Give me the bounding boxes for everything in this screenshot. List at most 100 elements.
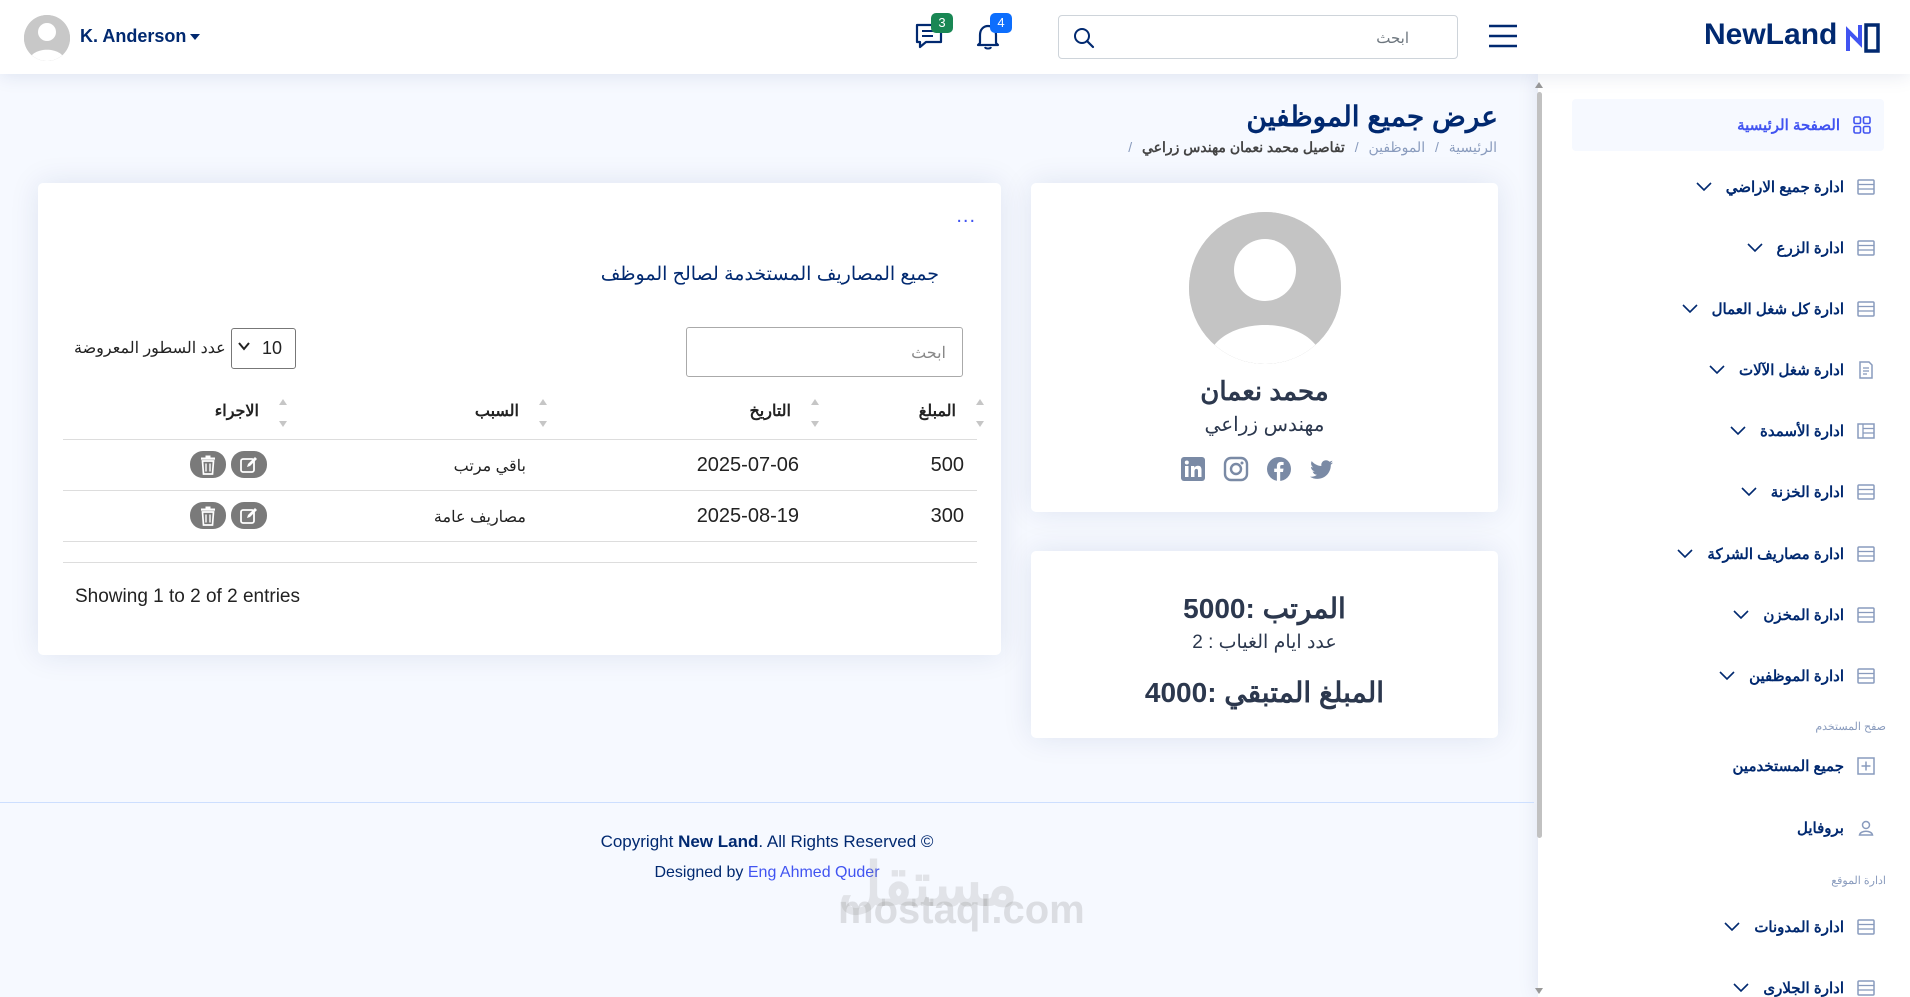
page-length-value: 10: [262, 338, 283, 358]
sidebar-item[interactable]: ادارة الموظفين: [1566, 650, 1886, 702]
sidebar-item[interactable]: بروفايل: [1566, 802, 1886, 854]
chevron-down-icon: [1733, 983, 1749, 993]
sidebar-item[interactable]: ادارة الزرع: [1566, 222, 1886, 274]
grid-icon: [1853, 116, 1871, 134]
breadcrumb-separator: /: [1434, 139, 1439, 155]
sidebar-item[interactable]: ادارة الجلارى: [1566, 962, 1886, 997]
messages-button[interactable]: 3: [913, 13, 953, 52]
expenses-card: ... جميع المصاريف المستخدمة لصالح الموظف…: [38, 183, 1001, 655]
breadcrumb-employees[interactable]: الموظفين: [1369, 139, 1426, 155]
chevron-down-icon: [1682, 304, 1698, 314]
profile-avatar: [1189, 212, 1341, 364]
facebook-icon[interactable]: [1266, 456, 1292, 482]
sidebar-item-label: ادارة كل شغل العمال: [1711, 301, 1844, 318]
sidebar-item-label: جميع المستخدمين: [1732, 758, 1844, 775]
absence-days: عدد ايام الغياب : 2: [1192, 632, 1337, 653]
top-header: K. Anderson 3 4 ابحث NewLand: [0, 0, 1910, 74]
sort-icon[interactable]: [810, 399, 820, 427]
designed-prefix: Designed by: [654, 864, 744, 881]
sidebar-item[interactable]: ادارة مصاريف الشركة: [1566, 528, 1886, 580]
watermark-english: mostaql.com: [838, 888, 1085, 932]
salary-value: المرتب :5000: [1183, 593, 1346, 624]
sort-icon[interactable]: [538, 399, 548, 427]
chevron-down-icon: [1719, 671, 1735, 681]
user-menu-toggle[interactable]: K. Anderson: [80, 26, 201, 47]
breadcrumb: الرئيسية / الموظفين / تفاصيل محمد نعمان …: [1125, 139, 1500, 156]
page-length-label: عدد السطور المعروضة: [74, 340, 226, 357]
sidebar-item[interactable]: ادارة الخزنة: [1566, 466, 1886, 518]
sidebar-item[interactable]: ادارة كل شغل العمال: [1566, 283, 1886, 335]
sort-icon[interactable]: [975, 399, 985, 427]
sidebar-item[interactable]: ادارة المخزن: [1566, 589, 1886, 641]
copyright-prefix: Copyright: [600, 832, 674, 851]
layout-list-icon: [1857, 607, 1875, 623]
cell-reason: باقي مرتب: [453, 458, 526, 475]
table-info: Showing 1 to 2 of 2 entries: [75, 586, 300, 607]
column-header-reason[interactable]: السبب: [475, 401, 519, 421]
instagram-icon[interactable]: [1223, 456, 1249, 482]
logo-text[interactable]: NewLand: [1704, 18, 1837, 52]
sidebar-item-label: ادارة الزرع: [1776, 240, 1845, 257]
profile-name: محمد نعمان: [1200, 376, 1329, 406]
search-icon[interactable]: [1073, 27, 1095, 49]
layout-list-icon: [1857, 668, 1875, 684]
copyright-suffix: . All Rights Reserved ©: [758, 832, 934, 851]
notifications-button[interactable]: 4: [972, 13, 1012, 52]
more-options-icon[interactable]: ...: [956, 205, 976, 228]
user-avatar[interactable]: [24, 15, 70, 61]
cell-amount: 500: [930, 454, 964, 476]
sidebar-item[interactable]: ادارة جميع الاراضي: [1566, 161, 1886, 213]
chevron-down-icon: [1677, 549, 1693, 559]
cell-amount: 300: [930, 505, 964, 527]
edit-button[interactable]: [231, 502, 267, 529]
column-header-date[interactable]: التاريخ: [749, 401, 791, 421]
chevron-down-icon: [1733, 610, 1749, 620]
breadcrumb-separator: /: [1354, 139, 1359, 155]
sidebar: الصفحة الرئيسية ادارة جميع الاراضي ادارة ا…: [1538, 74, 1910, 997]
chevron-down-icon: [1741, 487, 1757, 497]
cell-date: 2025-08-19: [696, 505, 799, 527]
delete-button[interactable]: [190, 451, 226, 478]
column-header-actions[interactable]: الاجراء: [215, 401, 259, 421]
user-avatar-icon: [24, 15, 70, 61]
edit-button[interactable]: [231, 451, 267, 478]
linkedin-icon[interactable]: [1180, 456, 1206, 482]
chevron-down-icon: [1746, 243, 1763, 253]
trash-icon: [201, 506, 215, 526]
sidebar-item[interactable]: ادارة المدونات: [1566, 901, 1886, 953]
sidebar-item[interactable]: الصفحة الرئيسية: [1572, 99, 1884, 151]
header-search-input[interactable]: ابحث: [1058, 15, 1458, 59]
chevron-down-icon: [1696, 182, 1712, 192]
cell-reason: مصاريف عامة: [433, 509, 526, 526]
sidebar-item-label: ادارة شغل الآلات: [1738, 362, 1844, 379]
sidebar-item-label: ادارة جميع الاراضي: [1725, 179, 1844, 196]
designed-by: Designed by Eng Ahmed Quder: [0, 864, 1534, 882]
table-search-placeholder: ابحث: [911, 345, 946, 362]
sidebar-item[interactable]: ادارة شغل الآلات: [1566, 344, 1886, 396]
social-links: [1180, 456, 1335, 482]
table-icon: [1857, 423, 1875, 439]
sidebar-item-label: ادارة الأسمدة: [1760, 423, 1844, 440]
sidebar-item[interactable]: جميع المستخدمين: [1566, 740, 1886, 792]
twitter-icon[interactable]: [1309, 456, 1335, 482]
menu-toggle-icon[interactable]: [1488, 22, 1518, 50]
document-icon: [1859, 361, 1873, 379]
scrollbar-thumb[interactable]: [1537, 92, 1542, 838]
sidebar-item-label: الصفحة الرئيسية: [1737, 117, 1840, 134]
sort-icon[interactable]: [278, 399, 288, 427]
table-search-input[interactable]: ابحث: [686, 327, 963, 377]
column-header-amount[interactable]: المبلغ: [919, 401, 956, 421]
sidebar-item[interactable]: ادارة الأسمدة: [1566, 405, 1886, 457]
page-length-select[interactable]: 10: [231, 328, 296, 369]
breadcrumb-separator: /: [1128, 139, 1133, 155]
table-footer-divider: [63, 562, 977, 563]
delete-button[interactable]: [190, 502, 226, 529]
chevron-down-icon: [238, 342, 250, 351]
layout-list-icon: [1857, 546, 1875, 562]
plus-square-icon: [1857, 757, 1875, 775]
search-placeholder: ابحث: [1376, 30, 1409, 47]
layout-list-icon: [1857, 980, 1875, 996]
sidebar-item-label: ادارة الخزنة: [1770, 484, 1844, 501]
breadcrumb-home[interactable]: الرئيسية: [1449, 139, 1497, 155]
cell-date: 2025-07-06: [696, 454, 799, 476]
